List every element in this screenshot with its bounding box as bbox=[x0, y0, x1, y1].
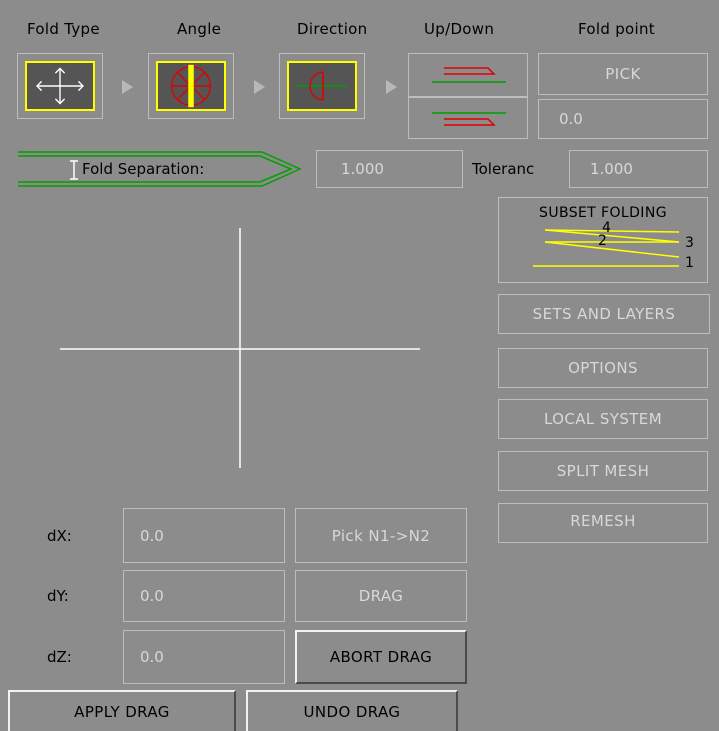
remesh-button[interactable]: REMESH bbox=[498, 503, 708, 543]
subset-digit-3: 3 bbox=[685, 235, 695, 251]
header-up-down: Up/Down bbox=[424, 20, 495, 38]
dx-field[interactable]: 0.0 bbox=[123, 508, 285, 563]
fold-type-move-icon bbox=[25, 61, 95, 111]
apply-drag-button[interactable]: APPLY DRAG bbox=[8, 690, 236, 731]
fold-type-selector[interactable] bbox=[17, 53, 103, 119]
fold-separation-field[interactable]: 1.000 bbox=[316, 150, 463, 188]
header-fold-point: Fold point bbox=[578, 20, 655, 38]
pick-n1-n2-button[interactable]: Pick N1->N2 bbox=[295, 508, 467, 563]
fold-up-icon bbox=[432, 67, 506, 83]
subset-digit-2: 2 bbox=[598, 233, 608, 249]
sets-and-layers-button[interactable]: SETS AND LAYERS bbox=[498, 294, 710, 334]
direction-icon bbox=[287, 61, 357, 111]
arrow-right-icon bbox=[254, 80, 265, 94]
fold-separation-label: Fold Separation: bbox=[14, 149, 304, 189]
options-button[interactable]: OPTIONS bbox=[498, 348, 708, 388]
tolerance-label: Toleranc bbox=[472, 160, 535, 178]
dx-label: dX: bbox=[47, 527, 72, 545]
drag-button[interactable]: DRAG bbox=[295, 570, 467, 622]
fold-point-field[interactable]: 0.0 bbox=[538, 99, 708, 139]
dy-label: dY: bbox=[47, 587, 69, 605]
fold-down-icon bbox=[432, 112, 506, 126]
dy-field[interactable]: 0.0 bbox=[123, 570, 285, 622]
fold-up-button[interactable] bbox=[408, 53, 528, 97]
header-fold-type: Fold Type bbox=[27, 20, 100, 38]
direction-selector[interactable] bbox=[279, 53, 365, 119]
subset-digit-1: 1 bbox=[685, 255, 695, 271]
subset-folding-label: SUBSET FOLDING bbox=[539, 205, 667, 221]
crosshair-icon bbox=[60, 228, 420, 468]
fold-point-pick-button[interactable]: PICK bbox=[538, 53, 708, 95]
arrow-right-icon bbox=[122, 80, 133, 94]
dz-field[interactable]: 0.0 bbox=[123, 630, 285, 684]
arrow-right-icon bbox=[386, 80, 397, 94]
angle-selector[interactable] bbox=[148, 53, 234, 119]
split-mesh-button[interactable]: SPLIT MESH bbox=[498, 451, 708, 491]
drag-crosshair-area[interactable] bbox=[25, 200, 465, 500]
subset-folding-button[interactable]: SUBSET FOLDING 4 2 3 1 bbox=[498, 197, 708, 283]
tolerance-field[interactable]: 1.000 bbox=[569, 150, 708, 188]
header-direction: Direction bbox=[297, 20, 368, 38]
abort-drag-button[interactable]: ABORT DRAG bbox=[295, 630, 467, 684]
angle-wheel-icon bbox=[156, 61, 226, 111]
local-system-button[interactable]: LOCAL SYSTEM bbox=[498, 399, 708, 439]
fold-separation-text: Fold Separation: bbox=[82, 160, 205, 178]
dz-label: dZ: bbox=[47, 648, 72, 666]
fold-down-button[interactable] bbox=[408, 97, 528, 139]
header-angle: Angle bbox=[177, 20, 222, 38]
undo-drag-button[interactable]: UNDO DRAG bbox=[246, 690, 458, 731]
